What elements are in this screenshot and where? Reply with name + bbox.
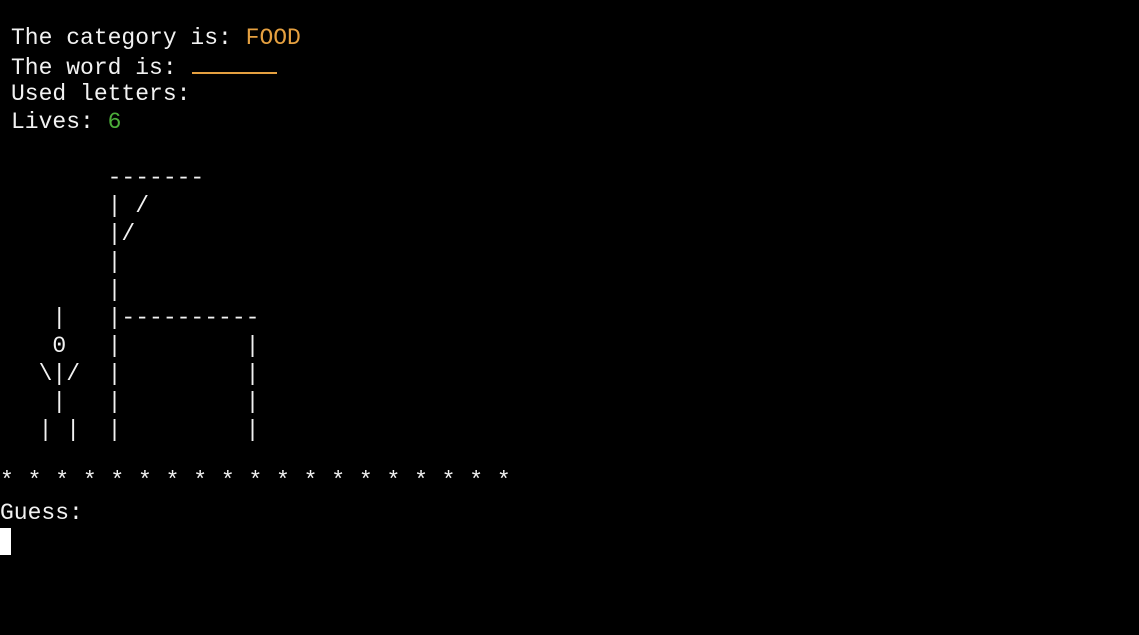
separator-line: * * * * * * * * * * * * * * * * * * * <box>0 468 511 494</box>
hidden-word-blanks <box>192 52 278 74</box>
input-cursor[interactable] <box>0 528 11 555</box>
lives-line: Lives: 6 <box>11 108 121 136</box>
lives-label: Lives: <box>11 109 108 135</box>
hangman-gallows-art: ------- | / |/ | | | |---------- 0 | | \… <box>38 165 260 443</box>
used-letters-line: Used letters: <box>11 80 190 108</box>
word-line: The word is: <box>11 52 278 82</box>
guess-prompt: Guess: <box>0 500 83 526</box>
category-value: FOOD <box>245 25 301 51</box>
used-letters-label: Used letters: <box>11 81 191 107</box>
terminal-window: The category is: FOOD The word is: Used … <box>0 0 1139 635</box>
category-line: The category is: FOOD <box>11 24 301 52</box>
lives-value: 6 <box>107 109 122 135</box>
category-label: The category is: <box>11 25 246 51</box>
word-label: The word is: <box>11 55 191 81</box>
